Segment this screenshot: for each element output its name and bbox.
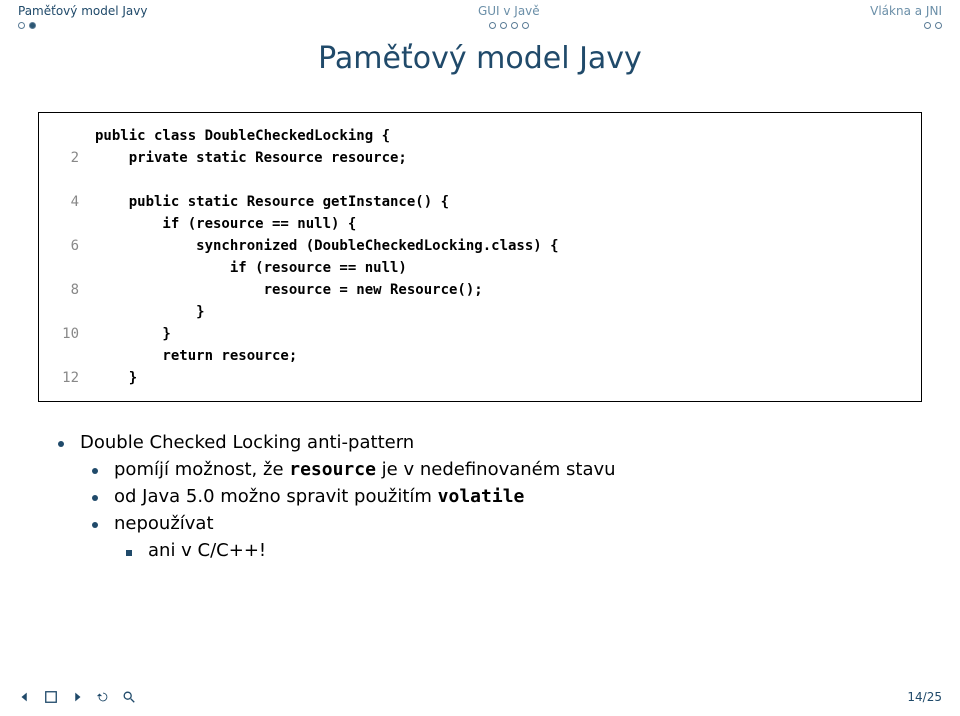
dot — [935, 22, 942, 29]
code-line: public static Resource getInstance() { — [95, 194, 449, 210]
progress-dots-left — [18, 22, 36, 29]
code-frame: 2 4 6 8 10 12 public class DoubleChecked… — [38, 112, 922, 402]
header-label-right: Vlákna a JNI — [870, 4, 942, 18]
header-section-center: GUI v Javě — [478, 4, 540, 29]
code-line: } — [95, 304, 205, 320]
bullet-level2: pomíjí možnost, že resource je v nedefin… — [92, 459, 922, 480]
bullet-text: je v nedefinovaném stavu — [376, 459, 616, 480]
bullet-text: od Java 5.0 možno spravit použitím — [114, 486, 438, 507]
page-title: Paměťový model Javy — [318, 41, 642, 76]
dot — [489, 22, 496, 29]
page-number: 14/25 — [907, 690, 942, 708]
lineno: 2 — [71, 147, 79, 169]
lineno: 4 — [71, 191, 79, 213]
code-line: private static Resource resource; — [95, 150, 407, 166]
slide-footer: 14/25 — [0, 690, 960, 708]
slide-header: Paměťový model Javy GUI v Javě Vlákna a … — [0, 0, 960, 31]
header-label-center: GUI v Javě — [478, 4, 540, 18]
code-body: public class DoubleCheckedLocking { priv… — [95, 125, 559, 389]
lineno: 10 — [62, 323, 79, 345]
progress-dots-center — [489, 22, 529, 29]
bullet-level3: ani v C/C++! — [126, 540, 922, 561]
header-section-left: Paměťový model Javy — [18, 4, 147, 29]
lineno: 8 — [71, 279, 79, 301]
code-line: } — [95, 370, 137, 386]
bullet-text: pomíjí možnost, že — [114, 459, 289, 480]
bullet-level1: Double Checked Locking anti-pattern — [58, 432, 922, 453]
nav-search-icon[interactable] — [122, 690, 136, 708]
lineno: 6 — [71, 235, 79, 257]
title-wrap: Paměťový model Javy — [0, 41, 960, 76]
dot — [522, 22, 529, 29]
code-line: resource = new Resource(); — [95, 282, 483, 298]
bullet-level2: od Java 5.0 možno spravit použitím volat… — [92, 486, 922, 507]
dot — [924, 22, 931, 29]
dot — [500, 22, 507, 29]
line-number-gutter: 2 4 6 8 10 12 — [49, 125, 79, 389]
code-line: return resource; — [95, 348, 297, 364]
dot-current — [29, 22, 36, 29]
code-line: synchronized (DoubleCheckedLocking.class… — [95, 238, 559, 254]
code-line: if (resource == null) — [95, 260, 407, 276]
bullet-level2: nepoužívat — [92, 513, 922, 534]
code-line: if (resource == null) { — [95, 216, 356, 232]
nav-forward-icon[interactable] — [70, 690, 84, 708]
progress-dots-right — [924, 22, 942, 29]
nav-undo-icon[interactable] — [96, 690, 110, 708]
code-line: public class DoubleCheckedLocking { — [95, 128, 390, 144]
nav-frame-icon[interactable] — [44, 690, 58, 708]
code-line: } — [95, 326, 171, 342]
lineno: 12 — [62, 367, 79, 389]
inline-code: resource — [289, 459, 376, 480]
inline-code: volatile — [438, 486, 525, 507]
nav-controls — [18, 690, 136, 708]
nav-back-icon[interactable] — [18, 690, 32, 708]
dot — [18, 22, 25, 29]
dot — [511, 22, 518, 29]
header-label-left: Paměťový model Javy — [18, 4, 147, 18]
header-section-right: Vlákna a JNI — [870, 4, 942, 29]
bullet-list: Double Checked Locking anti-pattern pomí… — [58, 428, 922, 561]
